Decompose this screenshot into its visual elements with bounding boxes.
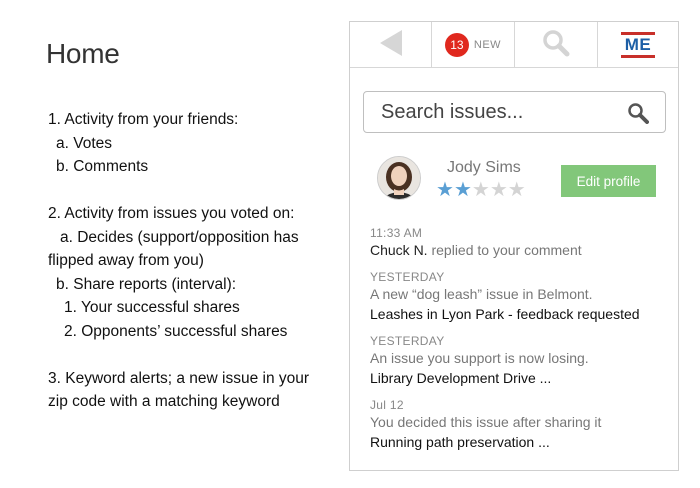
edit-profile-button[interactable]: Edit profile bbox=[561, 165, 656, 197]
menu-logo-button[interactable]: ME bbox=[598, 22, 678, 68]
note-line: 1. Your successful shares bbox=[64, 299, 240, 316]
new-label: NEW bbox=[473, 39, 502, 51]
rating-stars: ★★★★★ bbox=[436, 180, 526, 200]
profile-name: Jody Sims bbox=[447, 159, 521, 176]
avatar[interactable] bbox=[377, 156, 421, 200]
star-icon: ★ bbox=[436, 179, 454, 201]
logo-text: ME bbox=[624, 35, 652, 54]
me-logo-icon: ME bbox=[621, 30, 655, 60]
search-box bbox=[363, 91, 666, 133]
top-nav-bar: 13 NEW ME bbox=[350, 22, 678, 68]
note-line: 2. Activity from issues you voted on: bbox=[48, 205, 295, 222]
search-input[interactable] bbox=[381, 100, 611, 124]
star-icon: ★ bbox=[507, 179, 526, 201]
feed-text: A new “dog leash” issue in Belmont. bbox=[370, 286, 593, 302]
feed-time: Jul 12 bbox=[370, 398, 404, 412]
feed-text: An issue you support is now losing. bbox=[370, 350, 589, 366]
profile-summary: Jody Sims ★★★★★ Edit profile bbox=[350, 150, 678, 210]
notification-count-badge: 13 bbox=[444, 33, 469, 57]
feed-user[interactable]: Chuck N. bbox=[370, 242, 428, 258]
search-nav-button[interactable] bbox=[515, 22, 598, 68]
feed-item[interactable]: Jul 12 You decided this issue after shar… bbox=[370, 397, 670, 452]
mobile-app-panel: 13 NEW ME Search issues... Jody Sims ★★★… bbox=[349, 21, 679, 471]
feed-issue-title[interactable]: Library Development Drive ... bbox=[370, 368, 670, 388]
star-icon: ★ bbox=[453, 179, 472, 201]
note-line: 3. Keyword alerts; a new issue in your z… bbox=[48, 369, 310, 411]
activity-feed: 11:33 AM Chuck N. replied to your commen… bbox=[370, 225, 670, 461]
feed-item[interactable]: YESTERDAY An issue you support is now lo… bbox=[370, 333, 670, 388]
back-arrow-icon bbox=[378, 29, 404, 62]
star-icon: ★ bbox=[471, 179, 490, 201]
note-line: b. Comments bbox=[56, 158, 149, 175]
feed-time: 11:33 AM bbox=[370, 226, 423, 240]
notifications-button[interactable]: 13 NEW bbox=[432, 22, 515, 68]
note-line: 2. Opponents’ successful shares bbox=[64, 322, 288, 340]
search-icon[interactable] bbox=[627, 102, 649, 129]
note-line: a. Votes bbox=[56, 134, 113, 152]
feed-time: YESTERDAY bbox=[370, 334, 445, 348]
feed-time: YESTERDAY bbox=[370, 270, 445, 284]
feed-text: You decided this issue after sharing it bbox=[370, 414, 602, 430]
feed-item[interactable]: 11:33 AM Chuck N. replied to your commen… bbox=[370, 225, 670, 260]
feed-issue-title[interactable]: Leashes in Lyon Park - feedback requeste… bbox=[370, 304, 670, 324]
star-icon: ★ bbox=[489, 179, 508, 201]
page-title: Home bbox=[46, 38, 120, 69]
feed-item[interactable]: YESTERDAY A new “dog leash” issue in Bel… bbox=[370, 269, 670, 324]
feed-issue-title[interactable]: Running path preservation ... bbox=[370, 432, 670, 452]
note-line: a. Decides (support/opposition has flipp… bbox=[48, 228, 299, 270]
feed-text: Chuck N. replied to your comment bbox=[370, 242, 582, 258]
requirements-notes: 1. Activity from your friends: a. Votes … bbox=[48, 108, 328, 414]
magnifier-icon bbox=[542, 29, 570, 62]
note-line: b. Share reports (interval): bbox=[56, 275, 237, 293]
note-line: 1. Activity from your friends: bbox=[48, 111, 239, 128]
back-button[interactable] bbox=[350, 22, 432, 68]
